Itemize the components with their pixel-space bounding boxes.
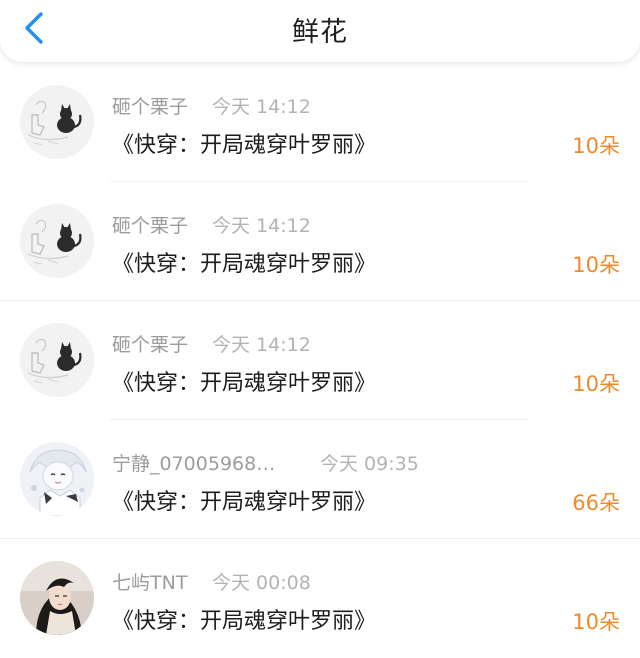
- avatar[interactable]: [20, 204, 94, 278]
- list-item[interactable]: 砸个栗子 今天 14:12 《快穿：开局魂穿叶罗丽》 10朵: [0, 63, 640, 182]
- flower-record-list: 砸个栗子 今天 14:12 《快穿：开局魂穿叶罗丽》 10朵 砸个栗子 今天 1: [0, 63, 640, 658]
- avatar[interactable]: [20, 323, 94, 397]
- page-title: 鲜花: [292, 17, 348, 48]
- timestamp: 今天 00:08: [212, 572, 311, 594]
- avatar[interactable]: [20, 442, 94, 516]
- book-title[interactable]: 《快穿：开局魂穿叶罗丽》: [112, 603, 376, 635]
- list-item[interactable]: 宁静_07005968… 今天 09:35 《快穿：开局魂穿叶罗丽》 66朵: [0, 420, 640, 539]
- avatar[interactable]: [20, 561, 94, 635]
- top-bar: 鲜花: [0, 0, 640, 62]
- timestamp: 今天 09:35: [320, 453, 419, 475]
- cat-sketch-avatar: [20, 323, 94, 397]
- book-title[interactable]: 《快穿：开局魂穿叶罗丽》: [112, 246, 376, 278]
- record-meta: 砸个栗子 今天 14:12: [112, 211, 311, 237]
- username[interactable]: 七屿TNT: [112, 572, 187, 594]
- book-title[interactable]: 《快穿：开局魂穿叶罗丽》: [112, 365, 376, 397]
- flower-count: 66朵: [572, 491, 620, 515]
- record-meta: 宁静_07005968… 今天 09:35: [112, 449, 419, 475]
- flower-count: 10朵: [572, 253, 620, 277]
- list-item[interactable]: 七屿TNT 今天 00:08 《快穿：开局魂穿叶罗丽》 10朵: [0, 539, 640, 658]
- anime-girl-avatar: [20, 442, 94, 516]
- cat-sketch-avatar: [20, 85, 94, 159]
- timestamp: 今天 14:12: [212, 215, 311, 237]
- timestamp: 今天 14:12: [212, 334, 311, 356]
- username[interactable]: 宁静_07005968…: [112, 453, 275, 475]
- avatar[interactable]: [20, 85, 94, 159]
- book-title[interactable]: 《快穿：开局魂穿叶罗丽》: [112, 484, 376, 516]
- username[interactable]: 砸个栗子: [112, 215, 188, 237]
- record-meta: 七屿TNT 今天 00:08: [112, 568, 311, 594]
- flower-count: 10朵: [572, 372, 620, 396]
- photo-portrait-avatar: [20, 561, 94, 635]
- username[interactable]: 砸个栗子: [112, 334, 188, 356]
- timestamp: 今天 14:12: [212, 96, 311, 118]
- username[interactable]: 砸个栗子: [112, 96, 188, 118]
- cat-sketch-avatar: [20, 204, 94, 278]
- flower-count: 10朵: [572, 610, 620, 634]
- list-item[interactable]: 砸个栗子 今天 14:12 《快穿：开局魂穿叶罗丽》 10朵: [0, 182, 640, 301]
- record-meta: 砸个栗子 今天 14:12: [112, 330, 311, 356]
- book-title[interactable]: 《快穿：开局魂穿叶罗丽》: [112, 127, 376, 159]
- list-item[interactable]: 砸个栗子 今天 14:12 《快穿：开局魂穿叶罗丽》 10朵: [0, 301, 640, 420]
- flower-count: 10朵: [572, 134, 620, 158]
- record-meta: 砸个栗子 今天 14:12: [112, 92, 311, 118]
